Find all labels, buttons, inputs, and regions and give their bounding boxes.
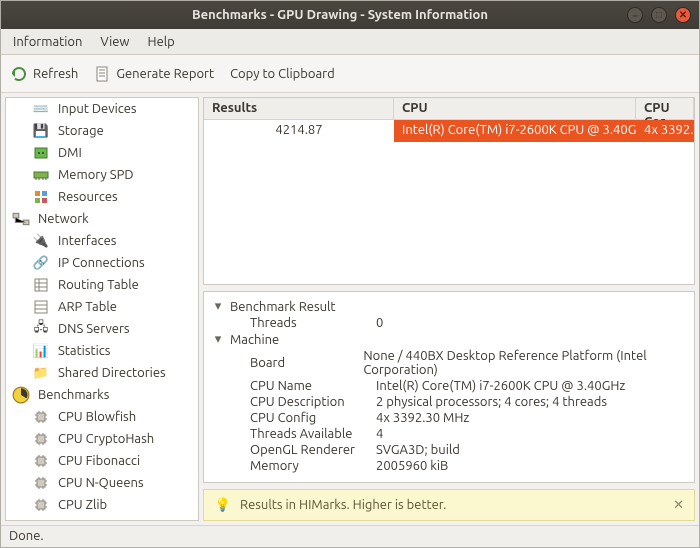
stats-icon: 📊: [32, 342, 50, 360]
arp-icon: [32, 298, 50, 316]
cpu-icon: [32, 408, 50, 426]
sidebar-item-ip-connections[interactable]: 🔗IP Connections: [6, 252, 198, 274]
col-results[interactable]: Results: [204, 98, 394, 119]
menu-information[interactable]: Information: [9, 33, 86, 51]
toolbar: Refresh Generate Report Copy to Clipboar…: [1, 55, 699, 93]
sidebar-item-cpu-zlib[interactable]: CPU Zlib: [6, 494, 198, 516]
copy-clipboard-label: Copy to Clipboard: [230, 67, 335, 81]
maximize-button[interactable]: □: [651, 7, 667, 23]
sidebar-item-shared-dirs[interactable]: 📁Shared Directories: [6, 362, 198, 384]
routing-icon: [32, 276, 50, 294]
group-benchmark-result[interactable]: ▾Benchmark Result: [212, 298, 686, 315]
results-table: Results CPU CPU Cor 4214.87 Intel(R) Cor…: [203, 97, 695, 285]
result-cfg: 4x 3392.3: [636, 120, 694, 142]
sidebar-item-fpu-fft[interactable]: FPU FFT: [6, 516, 198, 521]
keyboard-icon: ⌨️: [32, 100, 50, 118]
content-area: ⌨️Input Devices 💾Storage DMI Memory SPD …: [1, 93, 699, 525]
sidebar-item-statistics[interactable]: 📊Statistics: [6, 340, 198, 362]
sidebar-item-input-devices[interactable]: ⌨️Input Devices: [6, 98, 198, 120]
sidebar-item-cpu-nqueens[interactable]: CPU N-Queens: [6, 472, 198, 494]
lightbulb-icon: 💡: [214, 496, 232, 514]
sidebar-item-dmi[interactable]: DMI: [6, 142, 198, 164]
connections-icon: 🔗: [32, 254, 50, 272]
network-icon: [12, 210, 30, 228]
sidebar-item-dns-servers[interactable]: 🖧DNS Servers: [6, 318, 198, 340]
row-memory: Memory2005960 kiB: [212, 458, 686, 474]
hint-text: Results in HIMarks. Higher is better.: [240, 498, 446, 512]
col-cpu[interactable]: CPU: [394, 98, 636, 119]
sidebar-item-cpu-fibonacci[interactable]: CPU Fibonacci: [6, 450, 198, 472]
generate-report-button[interactable]: Generate Report: [94, 66, 214, 82]
hint-bar: 💡 Results in HIMarks. Higher is better. …: [203, 489, 695, 521]
row-cpu-description: CPU Description2 physical processors; 4 …: [212, 394, 686, 410]
refresh-icon: [11, 66, 27, 82]
hint-close-button[interactable]: ✕: [673, 498, 684, 513]
cpu-icon: [32, 452, 50, 470]
sidebar-item-arp-table[interactable]: ARP Table: [6, 296, 198, 318]
interfaces-icon: 🔌: [32, 232, 50, 250]
storage-icon: 💾: [32, 122, 50, 140]
sidebar[interactable]: ⌨️Input Devices 💾Storage DMI Memory SPD …: [5, 97, 199, 521]
fpu-icon: [32, 518, 50, 521]
window-title: Benchmarks - GPU Drawing - System Inform…: [61, 8, 619, 22]
group-machine[interactable]: ▾Machine: [212, 331, 686, 348]
row-threads-available: Threads Available4: [212, 426, 686, 442]
dns-icon: 🖧: [32, 320, 50, 338]
sidebar-item-resources[interactable]: Resources: [6, 186, 198, 208]
sidebar-category-network[interactable]: Network: [6, 208, 198, 230]
memory-icon: [32, 166, 50, 184]
sidebar-item-interfaces[interactable]: 🔌Interfaces: [6, 230, 198, 252]
row-cpu-config: CPU Config4x 3392.30 MHz: [212, 410, 686, 426]
result-cpu: Intel(R) Core(TM) i7-2600K CPU @ 3.40GHz: [394, 120, 636, 142]
result-value: 4214.87: [204, 120, 394, 142]
sidebar-category-benchmarks[interactable]: Benchmarks: [6, 384, 198, 406]
results-header: Results CPU CPU Cor: [204, 98, 694, 120]
refresh-button[interactable]: Refresh: [11, 66, 78, 82]
table-row[interactable]: 4214.87 Intel(R) Core(TM) i7-2600K CPU @…: [204, 120, 694, 142]
copy-clipboard-button[interactable]: Copy to Clipboard: [230, 67, 335, 81]
sidebar-item-memory-spd[interactable]: Memory SPD: [6, 164, 198, 186]
resources-icon: [32, 188, 50, 206]
row-threads: Threads0: [212, 315, 686, 331]
expander-icon[interactable]: ▾: [212, 332, 224, 347]
row-cpu-name: CPU NameIntel(R) Core(TM) i7-2600K CPU @…: [212, 378, 686, 394]
generate-report-label: Generate Report: [116, 67, 214, 81]
sidebar-item-cpu-blowfish[interactable]: CPU Blowfish: [6, 406, 198, 428]
statusbar: Done.: [1, 525, 699, 547]
folder-icon: 📁: [32, 364, 50, 382]
menubar: Information View Help: [1, 29, 699, 55]
close-button[interactable]: ✕: [675, 7, 691, 23]
main-panel: Results CPU CPU Cor 4214.87 Intel(R) Cor…: [203, 97, 695, 521]
cpu-icon: [32, 496, 50, 514]
benchmarks-icon: [12, 386, 30, 404]
titlebar: Benchmarks - GPU Drawing - System Inform…: [1, 1, 699, 29]
col-cpu-config[interactable]: CPU Cor: [636, 98, 694, 119]
menu-help[interactable]: Help: [144, 33, 179, 51]
sidebar-item-cpu-cryptohash[interactable]: CPU CryptoHash: [6, 428, 198, 450]
menu-view[interactable]: View: [96, 33, 133, 51]
cpu-icon: [32, 430, 50, 448]
detail-panel[interactable]: ▾Benchmark Result Threads0 ▾Machine Boar…: [203, 291, 695, 483]
sidebar-item-routing-table[interactable]: Routing Table: [6, 274, 198, 296]
minimize-button[interactable]: –: [627, 7, 643, 23]
board-icon: [32, 144, 50, 162]
refresh-label: Refresh: [33, 67, 78, 81]
expander-icon[interactable]: ▾: [212, 299, 224, 314]
cpu-icon: [32, 474, 50, 492]
sidebar-item-storage[interactable]: 💾Storage: [6, 120, 198, 142]
status-text: Done.: [9, 529, 44, 543]
report-icon: [94, 66, 110, 82]
row-board: BoardNone / 440BX Desktop Reference Plat…: [212, 348, 686, 378]
row-opengl-renderer: OpenGL RendererSVGA3D; build: [212, 442, 686, 458]
window: Benchmarks - GPU Drawing - System Inform…: [0, 0, 700, 548]
